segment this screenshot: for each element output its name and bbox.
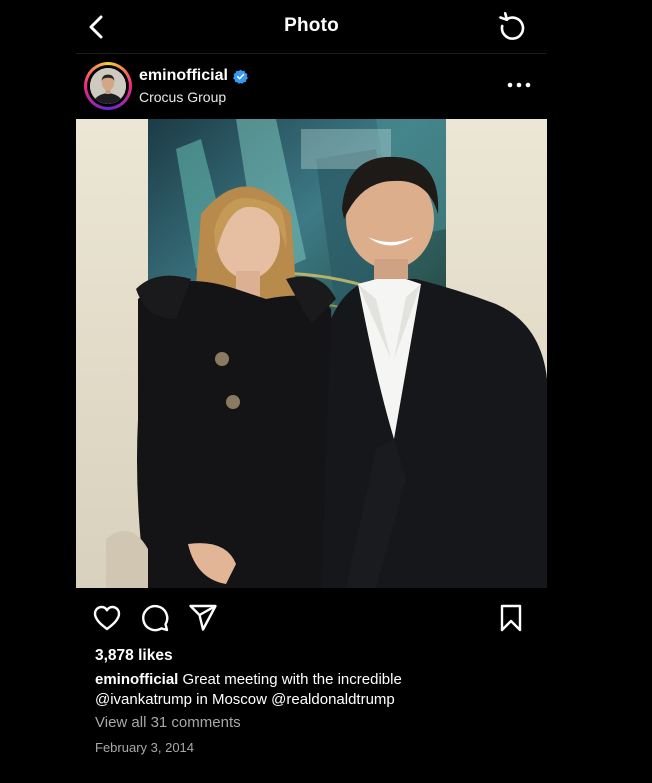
- post-photo[interactable]: [76, 119, 547, 588]
- mention-realdonaldtrump[interactable]: @realdonaldtrump: [271, 691, 395, 708]
- avatar[interactable]: [84, 62, 132, 110]
- post-date: February 3, 2014: [95, 740, 195, 755]
- caption-text-2: in Moscow: [191, 691, 272, 708]
- location-label[interactable]: Crocus Group: [139, 89, 226, 105]
- caption-username[interactable]: eminofficial: [95, 671, 178, 688]
- caption-text: Great meeting with the incredible: [178, 671, 402, 688]
- heart-icon[interactable]: [91, 602, 123, 634]
- likes-count[interactable]: 3,878 likes: [95, 647, 173, 665]
- action-bar: [76, 598, 547, 638]
- page-title: Photo: [284, 15, 339, 36]
- bookmark-icon[interactable]: [495, 602, 527, 634]
- comment-icon[interactable]: [139, 602, 171, 634]
- username-row: eminofficial: [139, 67, 248, 85]
- username[interactable]: eminofficial: [139, 67, 228, 85]
- more-horizontal-icon[interactable]: [506, 78, 532, 92]
- top-bar: Photo: [76, 0, 547, 54]
- send-icon[interactable]: [187, 602, 219, 634]
- view-comments-link[interactable]: View all 31 comments: [95, 714, 241, 731]
- instagram-photo-view: Photo eminofficial Crocus Group 3,878 li…: [76, 0, 547, 783]
- mention-ivankatrump[interactable]: @ivankatrump: [95, 691, 192, 708]
- avatar-image: [90, 68, 126, 104]
- refresh-icon[interactable]: [496, 11, 528, 43]
- caption: eminofficial Great meeting with the incr…: [95, 670, 535, 710]
- verified-badge-icon: [233, 69, 248, 84]
- post-header: eminofficial Crocus Group: [76, 56, 547, 116]
